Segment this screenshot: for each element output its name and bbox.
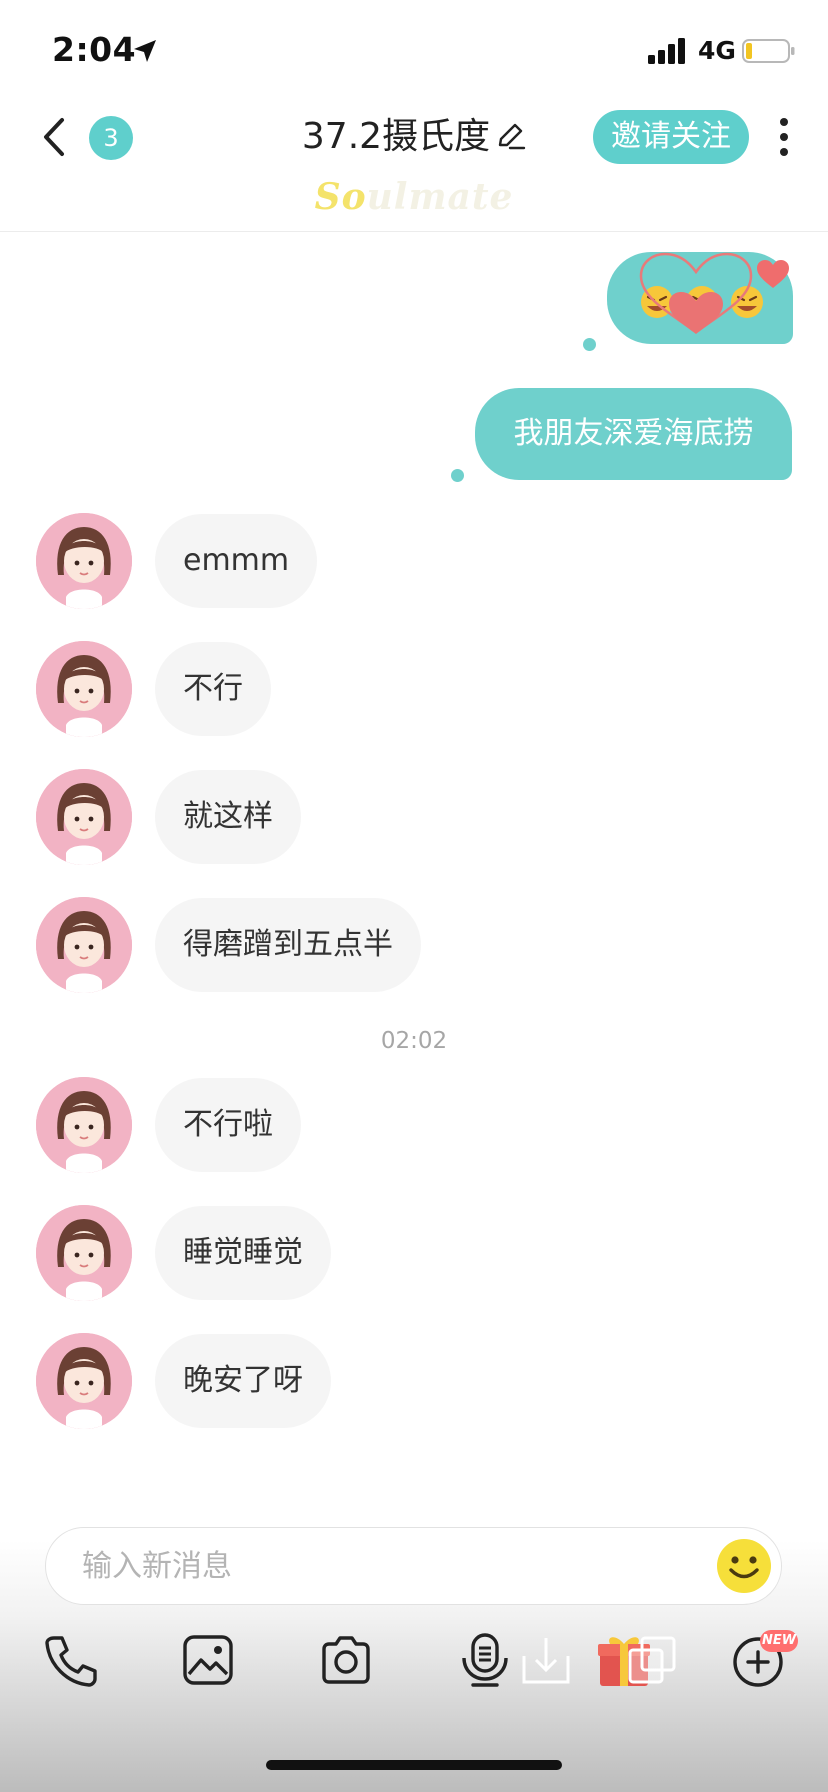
unread-badge: 3	[89, 116, 133, 160]
avatar[interactable]	[36, 513, 132, 609]
avatar[interactable]	[36, 1077, 132, 1173]
bubble-tail-dot	[451, 469, 464, 482]
more-icon[interactable]	[770, 114, 798, 160]
chat-header: 3 37.2摄氏度 邀请关注 Soulmate	[0, 100, 828, 232]
phone-icon[interactable]	[40, 1630, 100, 1690]
incoming-message[interactable]: 就这样	[155, 770, 301, 864]
incoming-message[interactable]: 不行	[155, 642, 271, 736]
emoji-icon[interactable]	[716, 1538, 772, 1594]
avatar[interactable]	[36, 897, 132, 993]
outgoing-emoji-message[interactable]	[607, 252, 793, 344]
voice-icon[interactable]	[455, 1630, 515, 1690]
chat-area[interactable]: 我朋友深爱海底捞 emmm 不行 就这样 得磨蹭到五点半 02:02 不行啦 睡…	[0, 232, 828, 1512]
title-wrap[interactable]: 37.2摄氏度	[220, 112, 608, 162]
home-indicator[interactable]	[266, 1760, 562, 1770]
incoming-message[interactable]: 睡觉睡觉	[155, 1206, 331, 1300]
brand-part1: So	[314, 176, 367, 218]
edit-icon[interactable]	[496, 121, 526, 151]
message-input-box[interactable]	[45, 1527, 782, 1605]
message-timestamp: 02:02	[380, 1028, 448, 1054]
camera-icon[interactable]	[316, 1630, 376, 1690]
network-label: 4G	[698, 36, 736, 65]
avatar[interactable]	[36, 641, 132, 737]
avatar[interactable]	[36, 769, 132, 865]
download-icon[interactable]	[516, 1630, 576, 1690]
copy-icon[interactable]	[622, 1630, 682, 1690]
heart-sticker-icon	[757, 260, 789, 288]
message-input[interactable]	[82, 1528, 642, 1604]
image-icon[interactable]	[178, 1630, 238, 1690]
soulmate-logo: Soulmate	[0, 176, 828, 218]
avatar[interactable]	[36, 1333, 132, 1429]
incoming-message[interactable]: 不行啦	[155, 1078, 301, 1172]
avatar[interactable]	[36, 1205, 132, 1301]
bottom-toolbar	[0, 1620, 828, 1710]
signal-icon	[648, 38, 685, 64]
incoming-message[interactable]: 得磨蹭到五点半	[155, 898, 421, 992]
status-time: 2:04	[52, 30, 137, 69]
heart-outline-icon	[639, 252, 753, 334]
outgoing-message[interactable]: 我朋友深爱海底捞	[475, 388, 792, 480]
chat-title: 37.2摄氏度	[301, 116, 491, 157]
invite-follow-button[interactable]: 邀请关注	[593, 110, 749, 164]
incoming-message[interactable]: emmm	[155, 514, 318, 608]
back-icon[interactable]	[36, 114, 76, 160]
new-badge: NEW	[760, 1630, 798, 1652]
status-bar: 2:04 4G	[0, 0, 828, 100]
battery-icon	[742, 39, 795, 63]
brand-part2: ulmate	[366, 176, 514, 218]
incoming-message[interactable]: 晚安了呀	[155, 1334, 331, 1428]
location-arrow-icon	[134, 40, 156, 62]
bubble-tail-dot	[583, 338, 596, 351]
